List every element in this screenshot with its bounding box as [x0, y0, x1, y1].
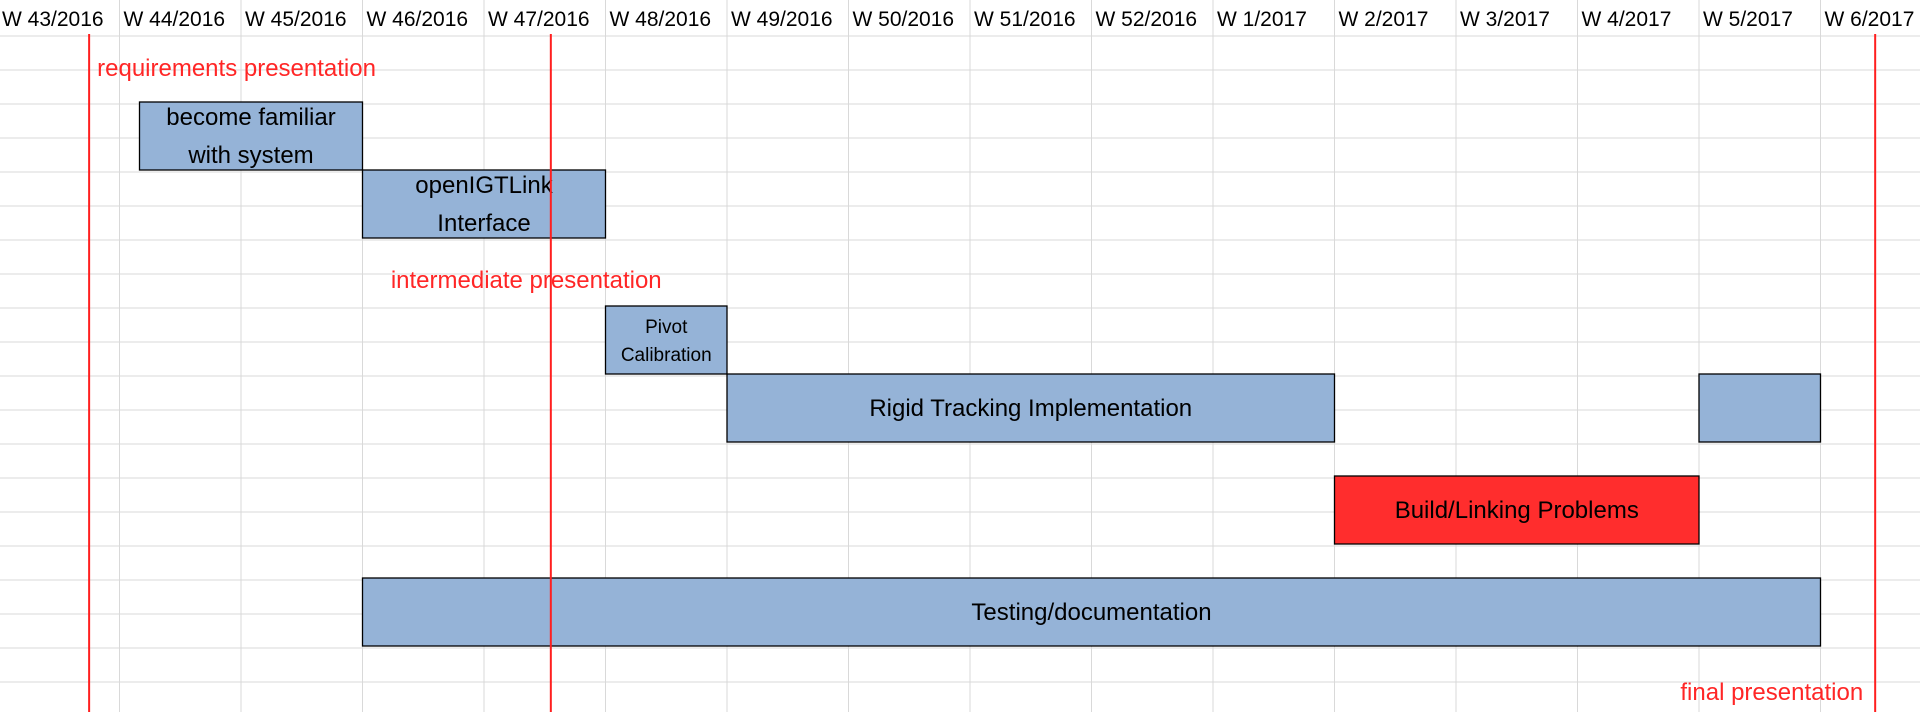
- milestone-label: final presentation: [1680, 679, 1863, 706]
- task-label: Interface: [437, 210, 530, 237]
- week-header-label: W 6/2017: [1825, 8, 1915, 31]
- week-header-label: W 47/2016: [488, 8, 590, 31]
- week-header-label: W 49/2016: [731, 8, 833, 31]
- task-label: openIGTLink: [415, 172, 553, 199]
- task-label: Testing/documentation: [971, 599, 1211, 626]
- task-bar: [1698, 373, 1822, 443]
- week-header-label: W 51/2016: [974, 8, 1076, 31]
- week-header-label: W 2/2017: [1339, 8, 1429, 31]
- task-bars: become familiar with system openIGTLink Int…: [138, 101, 1822, 647]
- week-header-label: W 44/2016: [124, 8, 226, 31]
- week-header-label: W 4/2017: [1582, 8, 1672, 31]
- task-label: Rigid Tracking Implementation: [869, 395, 1192, 422]
- task-label: Calibration: [621, 345, 712, 366]
- week-header-label: W 1/2017: [1217, 8, 1307, 31]
- task-label: with system: [187, 142, 313, 169]
- milestone-label: intermediate presentation: [391, 267, 662, 294]
- week-header-label: W 45/2016: [245, 8, 347, 31]
- task-label: Build/Linking Problems: [1395, 497, 1639, 524]
- task-label: become familiar: [166, 104, 335, 131]
- week-header-label: W 46/2016: [367, 8, 469, 31]
- week-headers: W 43/2016 W 44/2016 W 45/2016 W 46/2016 W 47…: [2, 8, 1914, 31]
- week-header-label: W 5/2017: [1703, 8, 1793, 31]
- gantt-chart: W 43/2016 W 44/2016 W 45/2016 W 46/2016 W 47…: [0, 0, 1920, 712]
- week-header-label: W 43/2016: [2, 8, 104, 31]
- week-header-label: W 3/2017: [1460, 8, 1550, 31]
- week-header-label: W 50/2016: [853, 8, 955, 31]
- week-header-label: W 48/2016: [610, 8, 712, 31]
- task-label: Pivot: [645, 317, 688, 338]
- week-header-label: W 52/2016: [1096, 8, 1198, 31]
- milestone-label: requirements presentation: [97, 55, 376, 82]
